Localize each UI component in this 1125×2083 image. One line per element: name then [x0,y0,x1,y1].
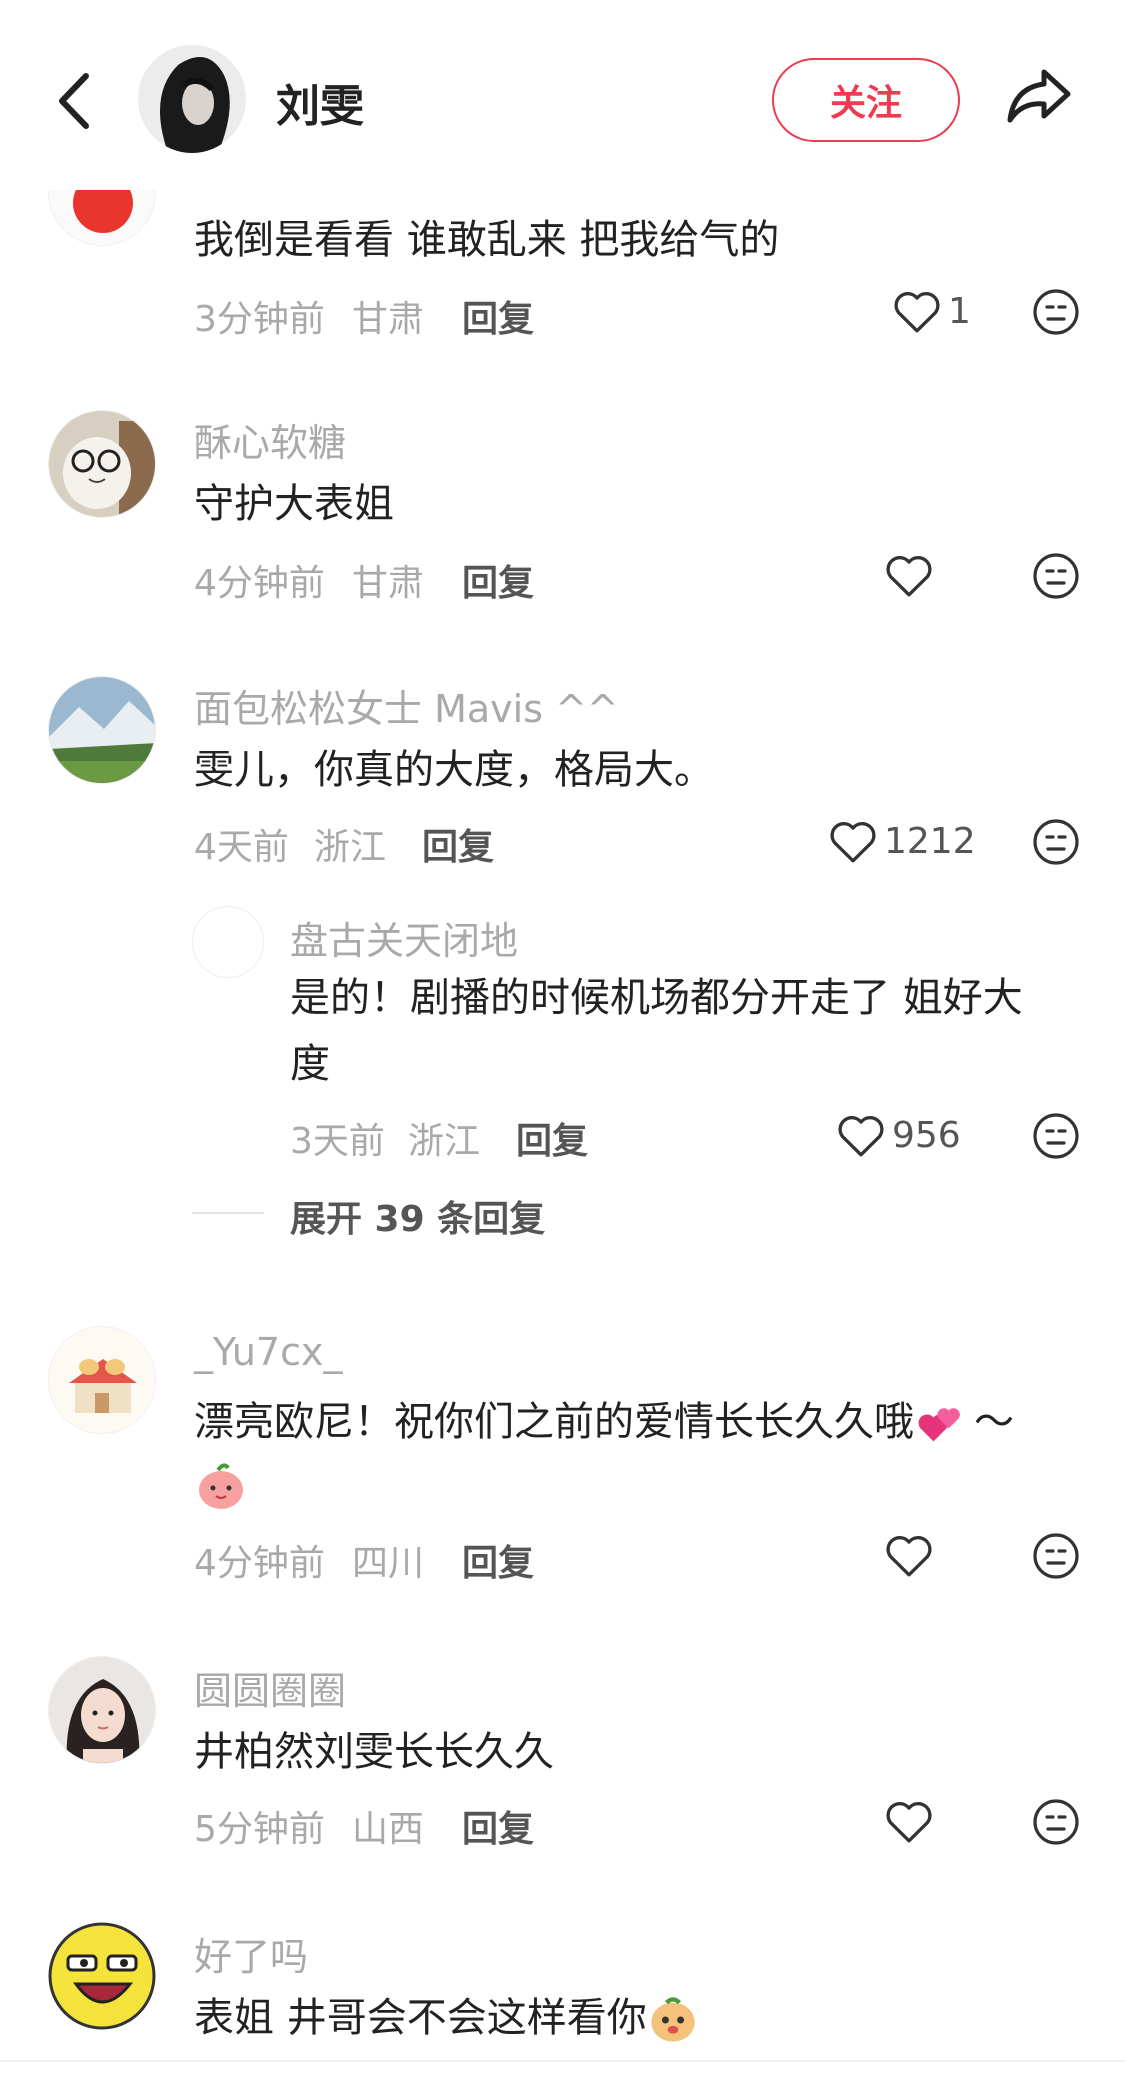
peach-sticker-icon [199,1463,243,1509]
like-count: 956 [892,1114,961,1156]
comment-list[interactable]: 我倒是看看 谁敢乱来 把我给气的 3分钟前 甘肃 回复 1 酥心软糖 守护大表姐… [0,0,1125,2083]
comment-text-content: 漂亮欧尼！祝你们之前的爱情长长久久哦 [194,1399,914,1445]
comments-page: 我倒是看看 谁敢乱来 把我给气的 3分钟前 甘肃 回复 1 酥心软糖 守护大表姐… [0,0,1125,2083]
comment-text: 漂亮欧尼！祝你们之前的爱情长长久久哦 ～ [194,1390,1014,1454]
follow-button[interactable]: 关注 [772,58,960,142]
comment-text: 我倒是看看 谁敢乱来 把我给气的 [194,217,780,263]
comment-time: 4分钟前 [194,563,325,604]
expand-divider [192,1212,264,1214]
heart-icon [886,556,932,597]
meh-emoji-icon[interactable] [1032,1798,1080,1846]
like-button[interactable] [884,1798,934,1844]
avatar[interactable] [48,1326,156,1434]
reply-button[interactable]: 回复 [462,554,534,606]
comment-time: 5分钟前 [194,1809,325,1850]
avatar[interactable] [48,410,156,518]
cute-face-sticker-icon [651,1997,695,2042]
meh-emoji-icon[interactable] [1032,288,1080,336]
like-count: 1212 [884,820,976,862]
like-button[interactable] [884,552,934,598]
meh-emoji-icon[interactable] [1032,818,1080,866]
comment-text-content: 表姐 井哥会不会这样看你 [194,1995,647,2041]
heart-icon [894,292,940,333]
comment-location: 甘肃 [352,563,425,604]
heart-icon [886,1802,932,1843]
meh-emoji-icon[interactable] [1032,1532,1080,1580]
comment-time: 4分钟前 [194,1543,325,1584]
reply-time: 3天前 [290,1121,385,1162]
header-avatar[interactable] [138,45,246,153]
like-button[interactable] [884,1532,934,1578]
reply-button[interactable]: 回复 [462,290,534,342]
reply-button[interactable]: 回复 [462,1800,534,1852]
comment-text: 雯儿，你真的大度，格局大。 [194,747,714,793]
avatar[interactable] [48,676,156,784]
like-button[interactable]: 1 [892,288,971,334]
avatar[interactable] [48,1656,156,1764]
two-hearts-emoji-icon [918,1408,960,1442]
reply-button[interactable]: 回复 [462,1534,534,1586]
avatar[interactable] [192,906,264,978]
like-button[interactable]: 1212 [828,818,976,864]
chevron-left-icon[interactable] [50,68,100,134]
share-arrow-icon[interactable] [1004,64,1074,128]
reply-text-continued: 度 [290,1041,330,1087]
bottom-divider [0,2060,1125,2062]
comment-time: 3分钟前 [194,299,325,340]
comment-text: 守护大表姐 [194,481,394,527]
page-title: 刘雯 [276,81,364,132]
comment-time: 4天前 [194,827,289,868]
comment-username[interactable]: 圆圆圈圈 [194,1660,346,1715]
heart-icon [830,822,876,863]
comment-text-tail: ～ [974,1399,1014,1445]
heart-icon [886,1536,932,1577]
comment-location: 浙江 [314,827,387,868]
comment-location: 甘肃 [352,299,425,340]
top-nav-bar: 刘雯 关注 [0,0,1125,190]
reply-text: 是的！剧播的时候机场都分开走了 姐好大 [290,975,1023,1021]
like-button[interactable]: 956 [836,1112,961,1158]
avatar[interactable] [48,1922,156,2030]
comment-username[interactable]: 好了吗 [194,1926,308,1981]
reply-button[interactable]: 回复 [422,818,494,870]
comment-location: 四川 [352,1543,425,1584]
meh-emoji-icon[interactable] [1032,552,1080,600]
comment-text: 表姐 井哥会不会这样看你 [194,1986,699,2050]
reply-button[interactable]: 回复 [516,1112,588,1164]
expand-replies-button[interactable]: 展开 39 条回复 [290,1190,545,1242]
meh-emoji-icon[interactable] [1032,1112,1080,1160]
comment-username[interactable]: 酥心软糖 [194,412,346,467]
comment-text: 井柏然刘雯长长久久 [194,1729,554,1775]
comment-location: 山西 [352,1809,425,1850]
heart-icon [838,1116,884,1157]
reply-location: 浙江 [408,1121,481,1162]
like-count: 1 [948,290,971,332]
comment-username[interactable]: 面包松松女士 Mavis ^^ [194,678,619,733]
comment-username[interactable]: _Yu7cx_ [194,1330,343,1374]
reply-username[interactable]: 盘古关天闭地 [290,910,518,965]
